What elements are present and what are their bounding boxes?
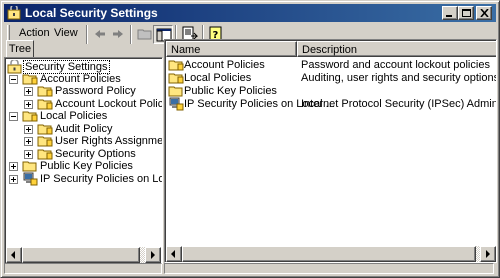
expand-toggle[interactable] xyxy=(24,100,33,109)
collapse-toggle[interactable] xyxy=(9,112,18,121)
list-item-description: Password and account lockout policies xyxy=(301,59,490,71)
tree-item-label: IP Security Policies on Local Mach xyxy=(40,173,162,185)
list-row-ip-security-policies[interactable]: IP Security Policies on Local ... Intern… xyxy=(166,97,496,112)
folder-icon xyxy=(22,109,38,123)
scroll-right-button[interactable] xyxy=(145,247,161,263)
tree-item-label: Local Policies xyxy=(40,110,108,122)
security-settings-icon xyxy=(7,58,23,74)
arrow-right-icon xyxy=(486,250,490,258)
list-row-local-policies[interactable]: Local Policies Auditing, user rights and… xyxy=(166,71,497,86)
menu-action-label: Action xyxy=(19,27,50,39)
column-header-name[interactable]: Name xyxy=(166,41,297,57)
scroll-thumb[interactable] xyxy=(22,247,140,263)
status-bar xyxy=(4,263,496,275)
column-header-label: Name xyxy=(171,44,201,56)
list-item-description: Internet Protocol Security (IPSec) Admin… xyxy=(301,98,496,110)
title-bar[interactable]: Local Security Settings xyxy=(4,4,496,22)
menu-view[interactable]: View xyxy=(54,27,78,39)
scroll-left-button[interactable] xyxy=(166,246,182,262)
expand-toggle[interactable] xyxy=(24,137,33,146)
folder-icon xyxy=(37,147,53,161)
folder-icon xyxy=(22,72,38,86)
window-title: Local Security Settings xyxy=(25,6,158,20)
list-horizontal-scrollbar[interactable] xyxy=(166,246,496,262)
tree-item-label: Audit Policy xyxy=(55,123,113,135)
tree-item-label: Account Lockout Policy xyxy=(55,98,163,110)
scroll-right-button[interactable] xyxy=(480,246,496,262)
arrow-left-icon xyxy=(171,250,175,258)
column-header-label: Description xyxy=(302,44,358,56)
maximize-button[interactable] xyxy=(458,6,474,20)
expand-toggle[interactable] xyxy=(9,162,18,171)
ipsec-policy-icon xyxy=(168,97,184,111)
security-settings-icon xyxy=(7,4,21,20)
folder-icon xyxy=(168,58,184,72)
arrow-left-icon xyxy=(11,251,15,259)
minimize-button[interactable] xyxy=(442,6,458,20)
expand-toggle[interactable] xyxy=(24,125,33,134)
tab-tree-label: Tree xyxy=(8,43,32,55)
status-cell xyxy=(164,263,494,274)
folder-icon xyxy=(37,97,53,111)
status-cell xyxy=(4,263,162,274)
folder-icon xyxy=(22,159,38,173)
scroll-thumb[interactable] xyxy=(182,246,476,262)
folder-icon xyxy=(37,134,53,148)
close-button[interactable] xyxy=(476,6,492,20)
tree-item-label: Password Policy xyxy=(55,85,136,97)
expand-toggle[interactable] xyxy=(24,87,33,96)
tree-item-local-policies[interactable]: Local Policies xyxy=(9,110,159,123)
list-row-account-policies[interactable]: Account Policies Password and account lo… xyxy=(166,58,496,73)
list-item-name: Account Policies xyxy=(184,59,265,71)
details-list-pane[interactable]: Name Description Account Policies Passwo… xyxy=(164,39,497,263)
tree-item-label: Security Options xyxy=(55,148,136,160)
expand-toggle[interactable] xyxy=(24,150,33,159)
local-security-settings-window: Local Security Settings Action View ? Tr… xyxy=(0,0,500,278)
tab-tree[interactable]: Tree xyxy=(6,40,34,58)
list-item-description: Auditing, user rights and security optio… xyxy=(301,72,497,84)
menu-action[interactable]: Action xyxy=(19,27,50,39)
column-header-description[interactable]: Description xyxy=(297,41,496,57)
console-tree[interactable]: Security Settings Account Policies Passw… xyxy=(4,57,163,264)
menu-view-label: View xyxy=(54,27,78,39)
tree-item-label: User Rights Assignment xyxy=(55,135,163,147)
list-row-public-key-policies[interactable]: Public Key Policies xyxy=(166,84,496,99)
ipsec-policy-icon xyxy=(22,172,38,186)
list-item-name: Public Key Policies xyxy=(184,85,277,97)
scroll-left-button[interactable] xyxy=(6,247,22,263)
expand-toggle[interactable] xyxy=(9,175,18,184)
tree-item-label: Public Key Policies xyxy=(40,160,133,172)
tree-item-ip-security-policies[interactable]: IP Security Policies on Local Mach xyxy=(9,172,162,186)
folder-icon xyxy=(168,71,184,85)
arrow-right-icon xyxy=(151,251,155,259)
tree-horizontal-scrollbar[interactable] xyxy=(6,247,161,263)
list-item-name: Local Policies xyxy=(184,72,252,84)
folder-icon xyxy=(37,84,53,98)
console-tree-pane: Tree Security Settings Account Policies xyxy=(4,39,163,264)
folder-icon xyxy=(168,84,184,98)
collapse-toggle[interactable] xyxy=(9,75,18,84)
